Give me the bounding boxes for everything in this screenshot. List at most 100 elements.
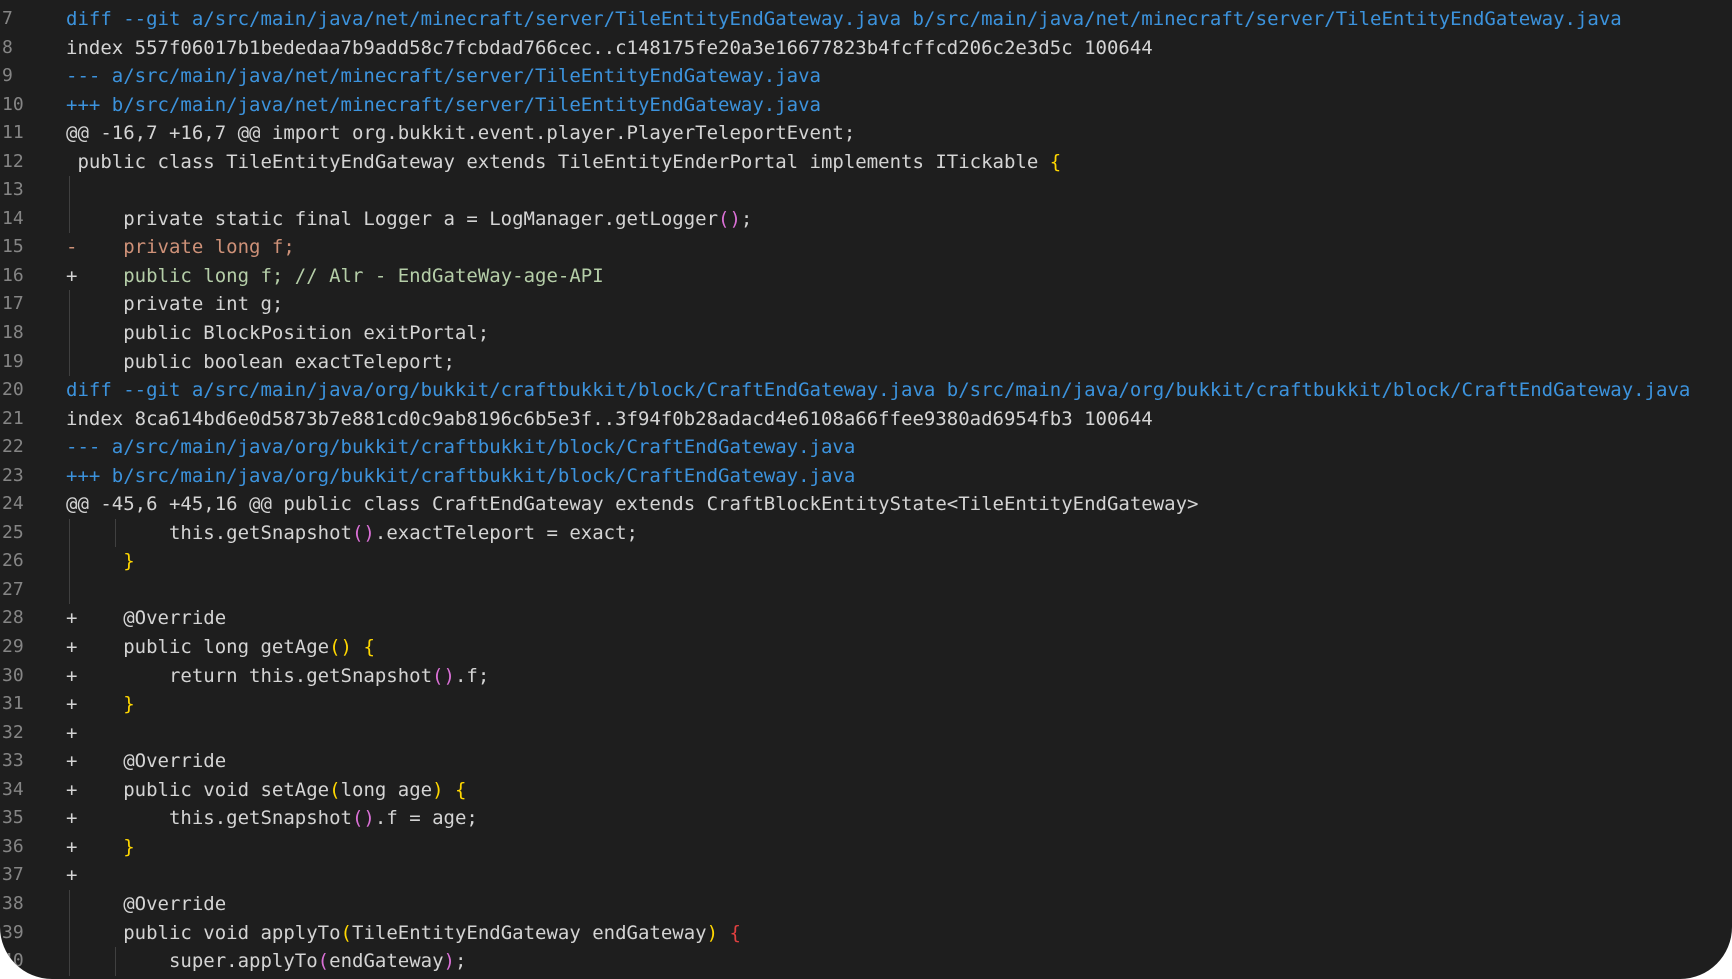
code-token: () [718, 207, 741, 230]
code-token: public void applyTo [66, 921, 341, 944]
line-number: 15 [2, 236, 24, 258]
code-text: + public long f; // Alr - EndGateWay-age… [66, 262, 604, 291]
code-token: () [351, 807, 375, 830]
code-line: 31 + } [0, 690, 1732, 719]
line-number: 11 [2, 122, 24, 144]
code-token: + [66, 721, 78, 744]
code-token: + public void setAge [66, 778, 330, 801]
code-text: + this.getSnapshot().f = age; [66, 804, 478, 833]
code-editor[interactable]: 7 diff --git a/src/main/java/net/minecraf… [0, 0, 1732, 979]
code-token: } [123, 835, 135, 858]
code-line: 23 +++ b/src/main/java/org/bukkit/craftbu… [0, 462, 1732, 491]
code-text: diff --git a/src/main/java/net/minecraft… [66, 5, 1622, 34]
code-token: ; [454, 950, 467, 973]
code-token: super.applyTo [66, 950, 318, 973]
code-token: + [66, 693, 124, 716]
code-token: ( [329, 778, 341, 801]
code-line: 26 } [0, 547, 1732, 576]
code-text: --- a/src/main/java/net/minecraft/server… [66, 62, 821, 91]
line-number: 14 [2, 207, 24, 229]
line-number: 21 [2, 407, 24, 429]
code-token: @@ -45,6 +45,16 @@ public class CraftEnd… [66, 493, 1199, 516]
code-token: { [1049, 150, 1062, 173]
line-number: 34 [2, 778, 24, 800]
code-line: 34 + public void setAge(long age) { [0, 776, 1732, 805]
code-token: + this.getSnapshot [66, 807, 352, 830]
code-token: { [454, 778, 467, 801]
code-token: } [123, 693, 135, 716]
code-line: 16 + public long f; // Alr - EndGateWay-a… [0, 262, 1732, 291]
code-token: - private long f; [66, 236, 295, 259]
code-text: +++ b/src/main/java/net/minecraft/server… [66, 91, 821, 120]
code-token: TileEntityEndGateway endGateway [352, 921, 707, 944]
code-line: 19 public boolean exactTeleport; [0, 347, 1732, 377]
line-number: 28 [2, 607, 24, 629]
line-number: 36 [2, 835, 24, 857]
code-text: index 8ca614bd6e0d5873b7e881cd0c9ab8196c… [66, 405, 1153, 434]
code-token: .exactTeleport = exact; [374, 521, 638, 544]
code-token: { [363, 636, 375, 659]
code-text: public class TileEntityEndGateway extend… [66, 148, 1061, 177]
code-token: --- a/src/main/java/net/minecraft/server… [66, 65, 821, 88]
line-number: 8 [2, 36, 13, 58]
code-token: diff --git a/src/main/java/org/bukkit/cr… [66, 379, 1691, 402]
indent-guide [69, 176, 70, 205]
line-number: 32 [2, 721, 24, 743]
code-text: index 557f06017b1bededaa7b9add58c7fcbdad… [66, 34, 1153, 63]
line-number: 26 [2, 550, 24, 572]
code-line: 35 + this.getSnapshot().f = age; [0, 804, 1732, 833]
code-line: 12 public class TileEntityEndGateway ext… [0, 148, 1732, 177]
code-line: 33 + @Override [0, 747, 1732, 776]
code-line: 37 + [0, 861, 1732, 890]
code-text: public void applyTo(TileEntityEndGateway… [66, 919, 741, 948]
line-number: 12 [2, 150, 24, 172]
code-token: + public long getAge [66, 636, 330, 659]
code-token: } [123, 550, 135, 573]
line-number: 16 [2, 264, 24, 286]
code-token: this.getSnapshot [66, 521, 352, 544]
code-token: + @Override [66, 750, 227, 773]
code-token: ( [340, 921, 352, 944]
code-line: 30 + return this.getSnapshot().f; [0, 662, 1732, 691]
code-text: +++ b/src/main/java/org/bukkit/craftbukk… [66, 462, 855, 491]
code-line: 7 diff --git a/src/main/java/net/minecraf… [0, 5, 1732, 34]
line-number: 19 [2, 350, 24, 372]
code-text: @@ -16,7 +16,7 @@ import org.bukkit.even… [66, 119, 855, 148]
code-text: diff --git a/src/main/java/org/bukkit/cr… [66, 376, 1690, 405]
diff-view[interactable]: 7 diff --git a/src/main/java/net/minecraf… [0, 5, 1732, 976]
line-number: 27 [2, 578, 24, 600]
code-text: this.getSnapshot().exactTeleport = exact… [66, 519, 638, 548]
code-line: 9 --- a/src/main/java/net/minecraft/serve… [0, 62, 1732, 91]
code-line: 13 [0, 176, 1732, 205]
code-token: () [351, 521, 375, 544]
code-token: private int g; [66, 293, 284, 316]
code-token: @Override [66, 892, 227, 915]
code-text: public boolean exactTeleport; [66, 348, 455, 377]
code-text: + @Override [66, 747, 226, 776]
line-number: 29 [2, 636, 24, 658]
line-number: 10 [2, 93, 24, 115]
code-text: @Override [66, 890, 226, 919]
code-line: 39 public void applyTo(TileEntityEndGate… [0, 918, 1732, 948]
code-line: 27 [0, 575, 1732, 605]
line-number: 35 [2, 807, 24, 829]
code-line: 11 @@ -16,7 +16,7 @@ import org.bukkit.ev… [0, 119, 1732, 148]
code-text: super.applyTo(endGateway); [66, 947, 466, 976]
code-token: endGateway [329, 950, 444, 973]
line-number: 18 [2, 322, 24, 344]
code-text: + @Override [66, 604, 226, 633]
line-number: 24 [2, 493, 24, 515]
code-text: + } [66, 833, 135, 862]
code-token: + [66, 864, 78, 887]
code-text: public BlockPosition exitPortal; [66, 319, 489, 348]
code-token: index 557f06017b1bededaa7b9add58c7fcbdad… [66, 36, 1153, 59]
code-token: long age [340, 778, 433, 801]
code-token: ) [443, 950, 455, 973]
code-token: + [66, 264, 78, 287]
line-number: 17 [2, 293, 24, 315]
code-token: ) [432, 778, 444, 801]
